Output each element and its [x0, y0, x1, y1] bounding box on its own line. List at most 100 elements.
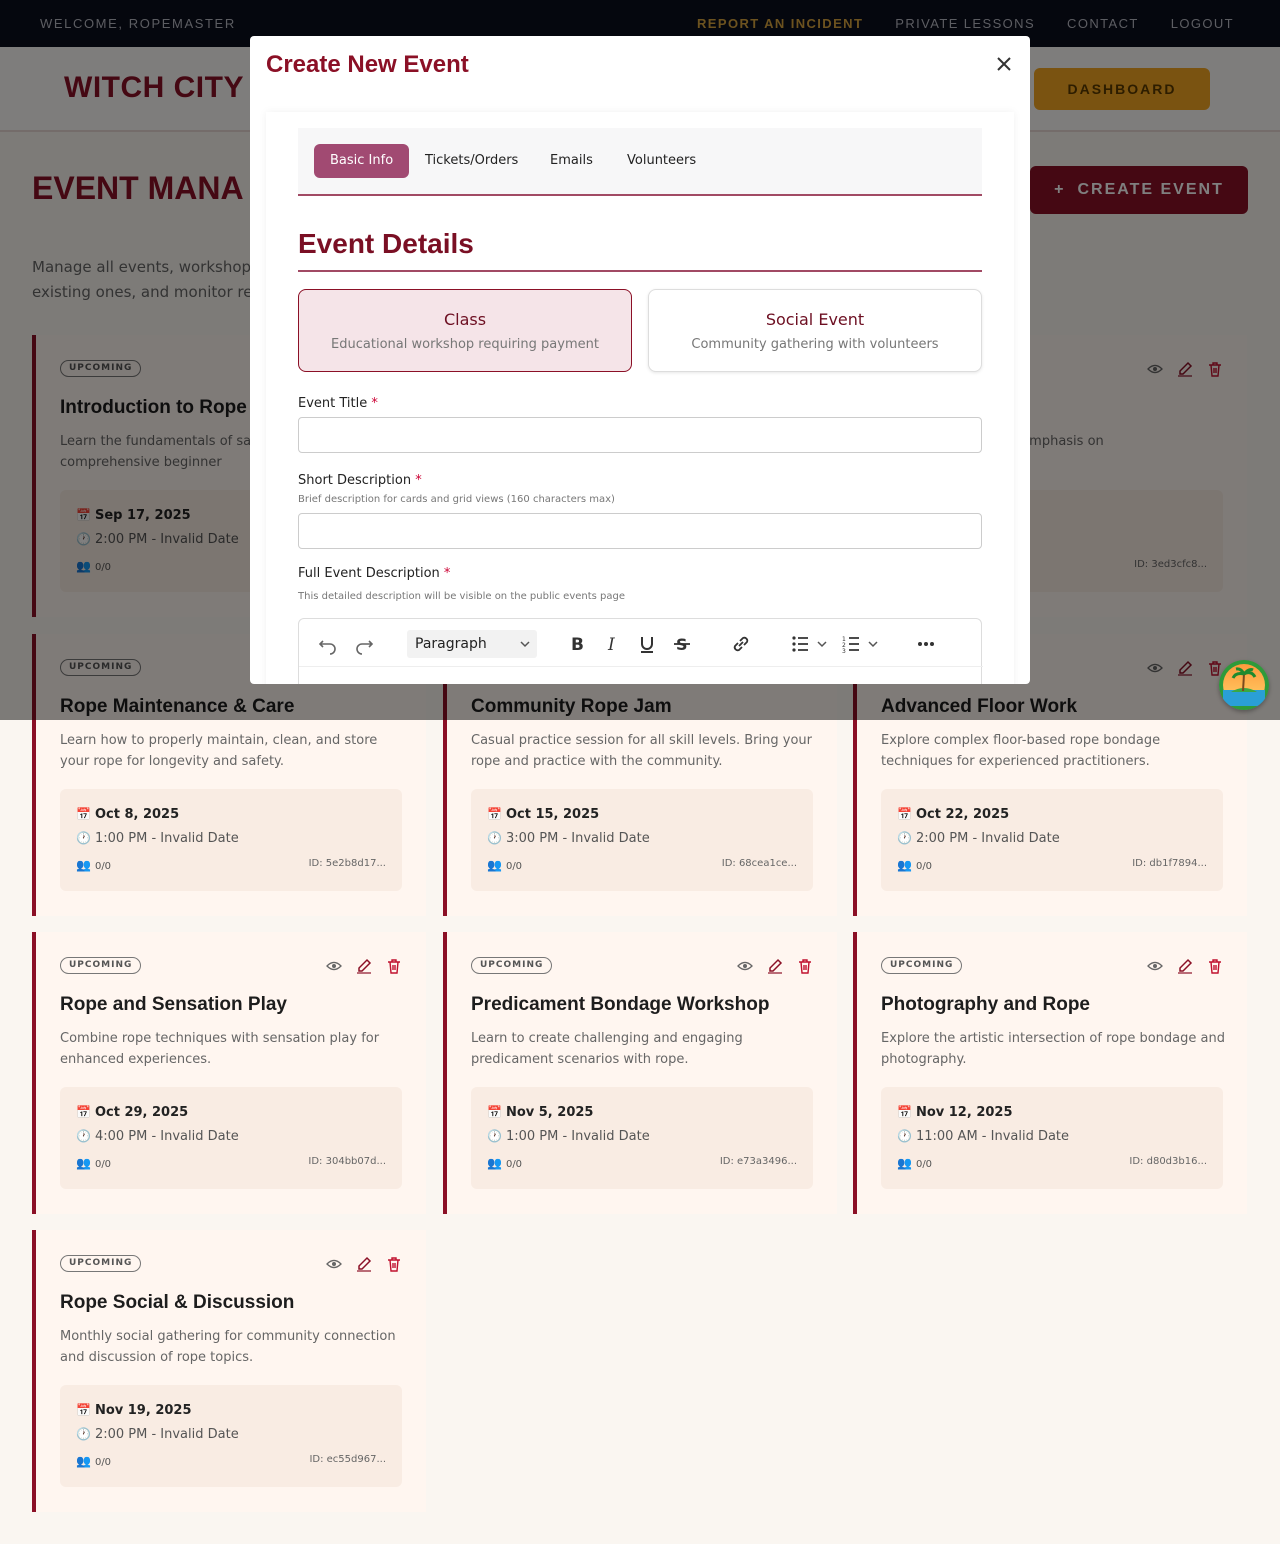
- block-format-value: Paragraph: [415, 636, 487, 652]
- eye-icon[interactable]: [1147, 958, 1163, 974]
- strikethrough-icon[interactable]: S: [671, 633, 693, 655]
- event-title[interactable]: Rope and Sensation Play: [60, 994, 287, 1016]
- status-badge: UPCOMING: [60, 1255, 142, 1272]
- event-time-text: 2:00 PM - Invalid Date: [915, 831, 1060, 846]
- trash-icon[interactable]: [386, 958, 402, 974]
- tab-tickets-orders[interactable]: Tickets/Orders: [409, 144, 534, 178]
- edit-icon[interactable]: [356, 958, 372, 974]
- calendar-icon: 📅: [487, 807, 502, 821]
- calendar-icon: 📅: [76, 1105, 91, 1119]
- avatar[interactable]: [1219, 660, 1269, 710]
- svg-text:3: 3: [842, 648, 846, 655]
- event-description: Casual practice session for all skill le…: [471, 733, 812, 769]
- trash-icon[interactable]: [797, 958, 813, 974]
- event-time: 🕐 3:00 PM - Invalid Date: [487, 831, 650, 846]
- event-capacity-text: 0/0: [505, 861, 523, 872]
- event-type-class[interactable]: Class Educational workshop requiring pay…: [298, 289, 632, 372]
- event-time: 🕐2:00 PM - Invalid Date: [897, 831, 1060, 846]
- block-format-select[interactable]: Paragraph: [407, 630, 537, 658]
- status-badge: UPCOMING: [60, 957, 142, 974]
- event-title-input[interactable]: [298, 417, 982, 453]
- link-icon[interactable]: [730, 633, 752, 655]
- clock-icon: 🕐: [76, 831, 91, 845]
- status-badge: UPCOMING: [881, 957, 963, 974]
- tab-basic-info[interactable]: Basic Info: [314, 144, 410, 178]
- status-badge: UPCOMING: [471, 957, 553, 974]
- underline-icon[interactable]: [636, 633, 658, 655]
- tab-volunteers[interactable]: Volunteers: [611, 144, 712, 178]
- undo-icon[interactable]: [317, 633, 339, 655]
- short-description-input[interactable]: [298, 513, 982, 549]
- event-type-social-subtitle: Community gathering with volunteers: [691, 337, 939, 352]
- event-time-text: 2:00 PM - Invalid Date: [94, 1427, 239, 1442]
- create-event-modal: Create New Event Basic Info Tickets/Orde…: [250, 36, 1030, 684]
- numbered-list-icon[interactable]: 123: [841, 633, 881, 655]
- event-title[interactable]: Rope Social & Discussion: [60, 1292, 294, 1314]
- edit-icon[interactable]: [767, 958, 783, 974]
- people-icon: 👥: [487, 1156, 502, 1170]
- event-title-label: Event Title *: [298, 396, 378, 411]
- event-capacity-text: 0/0: [94, 1457, 112, 1468]
- clock-icon: 🕐: [487, 831, 502, 845]
- event-description: Explore complex floor-based rope bondage…: [881, 733, 1161, 769]
- event-info-box: 📅 Oct 15, 2025 🕐 3:00 PM - Invalid Date 👥 0/0…: [471, 789, 813, 891]
- event-card[interactable]: UPCOMING Predicament Bondage Workshop Lear…: [443, 932, 837, 1214]
- svg-text:B: B: [571, 635, 584, 655]
- event-date: 📅 Oct 8, 2025: [76, 807, 179, 822]
- tab-emails[interactable]: Emails: [534, 144, 609, 178]
- calendar-icon: 📅: [76, 1403, 91, 1417]
- event-description: Monthly social gathering for community c…: [60, 1329, 396, 1365]
- event-description: Learn to create challenging and engaging…: [471, 1031, 743, 1067]
- eye-icon[interactable]: [737, 958, 753, 974]
- event-capacity: 👥0/0: [76, 1156, 111, 1170]
- event-capacity: 👥0/0: [487, 1156, 522, 1170]
- event-info-box: 📅 Nov 12, 2025 🕐 11:00 AM - Invalid Date 👥 0/…: [881, 1087, 1223, 1189]
- event-date-text: Nov 12, 2025: [915, 1105, 1013, 1120]
- section-divider: [298, 270, 982, 272]
- event-time-text: 4:00 PM - Invalid Date: [94, 1129, 239, 1144]
- event-description: Explore the artistic intersection of rop…: [881, 1031, 1225, 1067]
- event-card[interactable]: UPCOMING Rope and Sensation Play Combine r…: [32, 932, 426, 1214]
- svg-text:I: I: [607, 635, 615, 655]
- event-title[interactable]: Predicament Bondage Workshop: [471, 994, 769, 1016]
- event-date: 📅 Oct 29, 2025: [76, 1105, 188, 1120]
- short-description-label-text: Short Description: [298, 473, 412, 488]
- edit-icon[interactable]: [356, 1256, 372, 1272]
- event-date-text: Nov 5, 2025: [505, 1105, 594, 1120]
- modal-title: Create New Event: [266, 51, 469, 78]
- bullet-list-icon[interactable]: [790, 633, 830, 655]
- people-icon: 👥: [76, 858, 91, 872]
- editor-toolbar: Paragraph B I S 1 2 3: [299, 619, 983, 667]
- event-capacity-text: 0/0: [505, 1159, 523, 1170]
- event-info-box: 📅 Oct 29, 2025 🕐 4:00 PM - Invalid Date 👥 0/0…: [60, 1087, 402, 1189]
- event-date-text: Oct 22, 2025: [915, 807, 1010, 822]
- close-icon[interactable]: [994, 54, 1014, 74]
- people-icon: 👥: [76, 1454, 91, 1468]
- full-description-hint: This detailed description will be visibl…: [298, 591, 626, 602]
- more-options-icon[interactable]: [915, 633, 937, 655]
- italic-icon[interactable]: I: [601, 633, 623, 655]
- event-card[interactable]: UPCOMING Photography and Rope Explore the …: [853, 932, 1247, 1214]
- rich-text-editor[interactable]: Paragraph B I S 1 2 3: [298, 618, 983, 684]
- redo-icon[interactable]: [353, 633, 375, 655]
- required-marker: *: [371, 396, 378, 411]
- clock-icon: 🕐: [487, 1129, 502, 1143]
- event-title[interactable]: Photography and Rope: [881, 994, 1090, 1016]
- card-actions: [1147, 958, 1223, 974]
- eye-icon[interactable]: [326, 1256, 342, 1272]
- event-id: ID: 5e2b8d17...: [308, 858, 386, 869]
- event-description: Combine rope techniques with sensation p…: [60, 1031, 380, 1067]
- trash-icon[interactable]: [386, 1256, 402, 1272]
- event-type-social[interactable]: Social Event Community gathering with vo…: [648, 289, 982, 372]
- section-title: Event Details: [298, 228, 474, 259]
- card-actions: [326, 1256, 402, 1272]
- eye-icon[interactable]: [326, 958, 342, 974]
- event-date: 📅 Oct 22, 2025: [897, 807, 1009, 822]
- required-marker: *: [415, 473, 422, 488]
- event-card[interactable]: UPCOMING Rope Social & Discussion Monthly …: [32, 1230, 426, 1512]
- edit-icon[interactable]: [1177, 958, 1193, 974]
- event-capacity: 👥0/0: [897, 858, 932, 872]
- event-info-box: 📅 Nov 19, 2025 🕐 2:00 PM - Invalid Date 👥 0/0…: [60, 1385, 402, 1487]
- bold-icon[interactable]: B: [566, 633, 588, 655]
- trash-icon[interactable]: [1207, 958, 1223, 974]
